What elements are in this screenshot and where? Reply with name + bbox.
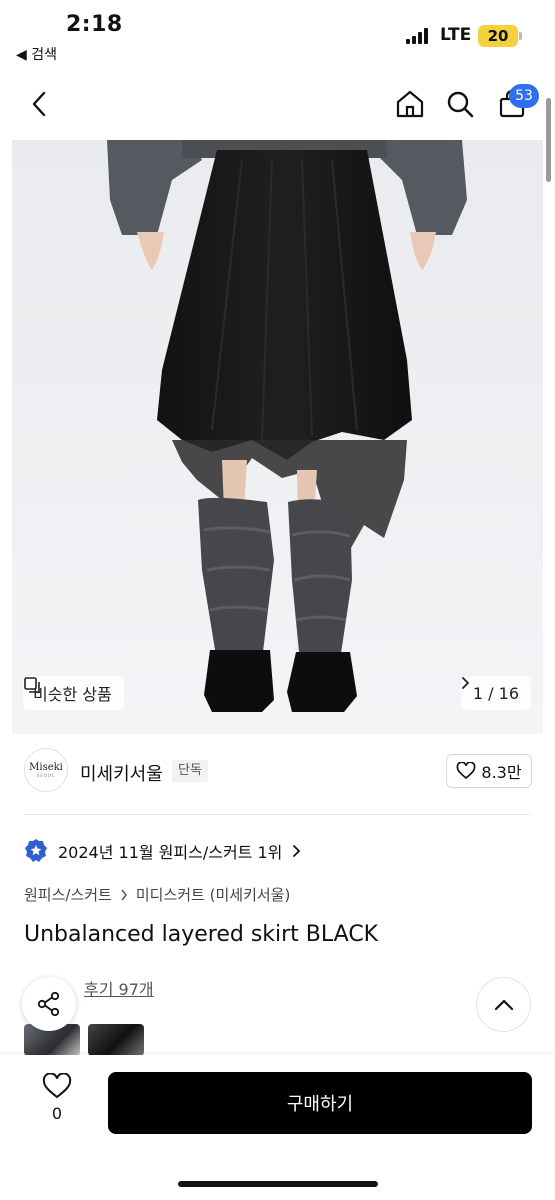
chevron-up-icon: [494, 999, 513, 1010]
brand-like-count: 8.3만: [481, 763, 522, 782]
scroll-to-top-button[interactable]: [476, 977, 531, 1032]
image-pager-label: 1 / 16: [472, 683, 519, 703]
product-photo: [12, 140, 543, 734]
brand-name-link[interactable]: 미세키서울: [80, 760, 163, 786]
brand-logo[interactable]: Miseki SEOUL: [24, 748, 68, 792]
search-button[interactable]: [442, 86, 478, 122]
share-button[interactable]: [22, 977, 76, 1031]
product-image-gallery[interactable]: 비슷한 상품 1 / 16: [12, 140, 543, 734]
back-to-app-link[interactable]: ◀ 검색: [16, 44, 57, 64]
section-divider: [24, 814, 531, 815]
breadcrumb-category[interactable]: 원피스/스커트: [24, 884, 112, 905]
chevron-right-icon: [293, 845, 301, 857]
signal-icon: [406, 28, 430, 44]
home-button[interactable]: [392, 86, 428, 122]
review-count-link[interactable]: 후기 97개: [84, 976, 154, 1000]
image-pager-button[interactable]: 1 / 16: [460, 676, 531, 710]
review-photo[interactable]: [88, 1024, 144, 1056]
breadcrumb-subcategory[interactable]: 미디스커트 (미세키서울): [136, 884, 290, 905]
home-icon: [396, 90, 424, 118]
top-navigation: [0, 76, 555, 134]
status-time: 2:18: [66, 12, 123, 37]
back-button[interactable]: [22, 86, 58, 122]
brand-like-button[interactable]: 8.3만: [446, 754, 532, 788]
home-indicator[interactable]: [178, 1181, 378, 1187]
chevron-right-icon: [461, 677, 470, 689]
ranking-link[interactable]: 2024년 11월 원피스/스커트 1위: [24, 836, 301, 866]
page-scrollbar[interactable]: [546, 98, 551, 182]
bottom-action-bar: 0 구매하기: [0, 1055, 555, 1200]
similar-icon: [24, 677, 40, 693]
brand-logo-text: Miseki: [29, 762, 63, 773]
status-bar: 2:18 ◀ 검색 LTE 20: [0, 0, 555, 70]
back-arrow-icon: [32, 91, 46, 117]
heart-icon: [42, 1073, 72, 1099]
similar-products-label: 비슷한 상품: [33, 685, 112, 704]
similar-products-button[interactable]: 비슷한 상품: [23, 676, 124, 710]
network-label: LTE: [440, 25, 472, 45]
product-title: Unbalanced layered skirt BLACK: [24, 922, 379, 947]
battery-icon: 20: [478, 25, 522, 47]
buy-button[interactable]: 구매하기: [108, 1072, 532, 1134]
cart-count-badge: 53: [509, 84, 539, 108]
brand-row: Miseki SEOUL 미세키서울 단독 8.3만: [0, 748, 555, 800]
share-icon: [37, 991, 60, 1017]
chevron-right-icon: [121, 889, 127, 900]
ranking-label: 2024년 11월 원피스/스커트 1위: [58, 843, 283, 862]
exclusive-badge: 단독: [172, 760, 208, 782]
wishlist-button[interactable]: 0: [32, 1073, 82, 1133]
brand-logo-subtext: SEOUL: [36, 773, 56, 778]
wishlist-count: 0: [51, 1104, 63, 1123]
breadcrumb: 원피스/스커트 미디스커트 (미세키서울): [24, 884, 290, 905]
heart-icon: [456, 762, 476, 780]
search-icon: [447, 91, 474, 118]
ranking-badge-icon: [25, 839, 47, 862]
